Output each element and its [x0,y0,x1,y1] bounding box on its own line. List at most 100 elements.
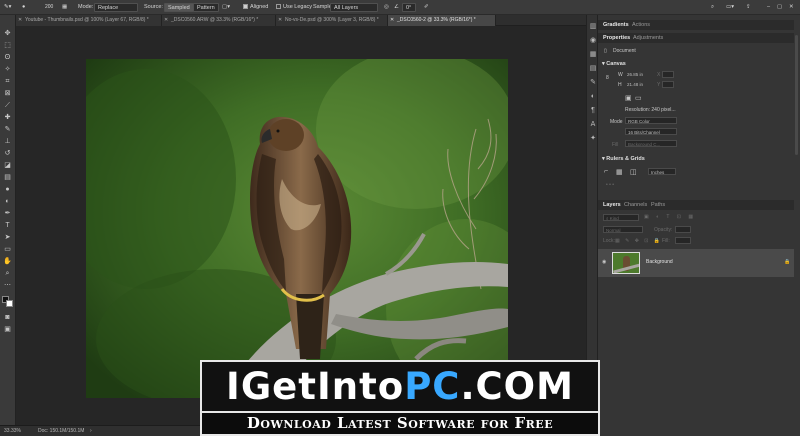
search-icon[interactable]: ⌕ [711,3,714,12]
layer-name[interactable]: Background [646,259,673,265]
brush-size[interactable]: 200 [45,3,53,12]
history-brush-tool-icon[interactable]: ↺ [2,149,13,158]
tab-dsc0560-2[interactable]: ✕ _DSC0560-2 @ 33.3% (RGB/16*) * [388,15,496,26]
close-tab-icon[interactable]: ✕ [18,15,22,26]
clone-stamp-tool-icon[interactable]: ⊥ [2,137,13,146]
tab-no-vs-de[interactable]: ✕ No-vs-De.psd @ 300% (Layer 3, RGB/8) * [276,15,388,26]
pressure-icon[interactable]: ✐ [424,3,429,12]
document-image[interactable] [86,59,508,398]
source-pattern-button[interactable]: Pattern [193,3,219,12]
watermark-title-box: IGetIntoPC.COM [200,360,600,411]
clone-stamp-tool-icon[interactable]: ✎▾ [4,3,11,12]
blur-tool-icon[interactable]: ● [2,185,13,194]
lasso-tool-icon[interactable]: ʘ [2,53,13,62]
history-panel-icon[interactable]: ▥ [589,23,597,31]
status-arrow-icon[interactable]: › [90,426,92,436]
close-tab-icon[interactable]: ✕ [278,15,282,26]
sample-select[interactable]: All Layers [330,3,378,12]
height-input[interactable]: 21.48 in [625,81,653,88]
frame-tool-icon[interactable]: ⊠ [2,89,13,98]
brush-tool-icon[interactable]: ✎ [2,125,13,134]
move-tool-icon[interactable]: ✥ [2,29,13,38]
dodge-tool-icon[interactable]: ◐ [2,197,13,206]
healing-brush-tool-icon[interactable]: ✚ [2,113,13,122]
bit-depth-select[interactable]: 16 Bits/Channel [625,128,677,135]
screen-mode-icon[interactable]: ▣ [2,325,13,334]
close-tab-icon[interactable]: ✕ [164,15,168,26]
color-panel-icon[interactable]: ◉ [589,37,597,45]
path-selection-tool-icon[interactable]: ➤ [2,233,13,242]
zoom-tool-icon[interactable]: ⌕ [2,269,13,278]
lock-icons[interactable]: ▦ ✎ ✥ ⊡ 🔒 [615,238,662,244]
angle-input[interactable]: 0° [402,3,416,12]
x-input[interactable] [662,71,674,78]
more-options-icon[interactable]: • • • [606,182,614,188]
glyphs-panel-icon[interactable]: ✦ [589,135,597,143]
fill-input[interactable] [675,237,691,244]
pattern-picker[interactable]: ▢▾ [222,3,230,12]
grid-icon[interactable]: ▦ [616,168,623,176]
portrait-orientation-icon[interactable]: ▣ [625,94,632,102]
workspace-icon[interactable]: ▭▾ [726,3,734,12]
type-tool-icon[interactable]: T [2,221,13,230]
brush-preset-picker[interactable]: ● [22,3,25,12]
adjustments-panel-icon[interactable]: ◐ [589,93,597,101]
mode-select[interactable]: Replace [94,3,138,12]
hand-tool-icon[interactable]: ✋ [2,257,13,266]
rectangle-tool-icon[interactable]: ▭ [2,245,13,254]
paragraph-panel-icon[interactable]: ¶ [589,107,597,115]
eraser-tool-icon[interactable]: ◪ [2,161,13,170]
link-dimensions-icon[interactable]: 8 [606,75,609,81]
layer-filter-select[interactable]: ⌕ Kind [603,214,639,221]
landscape-orientation-icon[interactable]: ▭ [635,94,642,102]
width-input[interactable]: 26.85 in [625,71,653,78]
minimize-window-button[interactable]: – [767,3,770,12]
visibility-eye-icon[interactable]: ◉ [602,259,606,265]
canvas-section-title[interactable]: ▾ Canvas [602,61,626,67]
source-sampled-button[interactable]: Sampled [164,3,194,12]
clone-source-panel-icon[interactable]: ▦ [62,3,67,12]
use-legacy-checkbox[interactable]: Use Legacy [276,3,312,12]
ruler-units-select[interactable]: Inches [648,168,676,175]
tab-adjustments[interactable]: Adjustments [630,33,666,43]
pen-tool-icon[interactable]: ✒ [2,209,13,218]
character-panel-icon[interactable]: A [589,121,597,129]
tab-dsc0560-arw[interactable]: ✕ _DSC0560.ARW @ 33.3% (RGB/16*) * [162,15,276,26]
zoom-level[interactable]: 33.33% [4,426,21,436]
canvas-fill-select[interactable]: Background C... [625,140,677,147]
marquee-tool-icon[interactable]: ⬚ [2,41,13,50]
ruler-icon[interactable]: ⌐ [604,168,608,175]
ignore-adjustment-icon[interactable]: ◎ [384,3,389,12]
quick-mask-icon[interactable]: ◙ [2,313,13,322]
maximize-window-button[interactable]: ▢ [777,3,782,12]
crop-tool-icon[interactable]: ⌗ [2,77,13,86]
tab-paths[interactable]: Paths [648,200,668,210]
aligned-checkbox[interactable]: Aligned [243,3,268,12]
more-tools-icon[interactable]: ⋯ [2,281,13,290]
blend-mode-select[interactable]: Normal [603,226,643,233]
eyedropper-tool-icon[interactable]: ⟋ [2,101,13,110]
close-tab-icon[interactable]: ✕ [390,15,394,26]
swatches-panel-icon[interactable]: ▦ [589,51,597,59]
color-mode-select[interactable]: RGB Color [625,117,677,124]
panel-scrollbar[interactable] [795,35,798,155]
opacity-input[interactable] [675,226,691,233]
guides-icon[interactable]: ◫ [630,168,637,176]
layer-filter-icons[interactable]: ▣ ◐ T ⊡ ▦ [644,214,696,220]
brush-panel-icon[interactable]: ✎ [589,79,597,87]
tab-channels[interactable]: Channels [621,200,650,210]
tab-properties[interactable]: Properties [600,33,633,43]
y-input[interactable] [662,81,674,88]
share-icon[interactable]: ⇪ [746,3,751,12]
tab-actions[interactable]: Actions [629,20,653,30]
rulers-grids-section-title[interactable]: ▾ Rulers & Grids [602,156,645,162]
layers-tabs: Layers Channels Paths [598,200,794,210]
magic-wand-tool-icon[interactable]: ✧ [2,65,13,74]
layer-row-background[interactable]: ◉ Background 🔒 [598,249,794,277]
tab-youtube-thumbnails[interactable]: ✕ Youtube - Thumbnails.psd @ 100% (Layer … [16,15,162,26]
close-window-button[interactable]: ✕ [789,3,794,12]
tab-gradients[interactable]: Gradients [600,20,632,30]
background-color-swatch[interactable] [6,300,13,307]
libraries-panel-icon[interactable]: ▤ [589,65,597,73]
gradient-tool-icon[interactable]: ▤ [2,173,13,182]
